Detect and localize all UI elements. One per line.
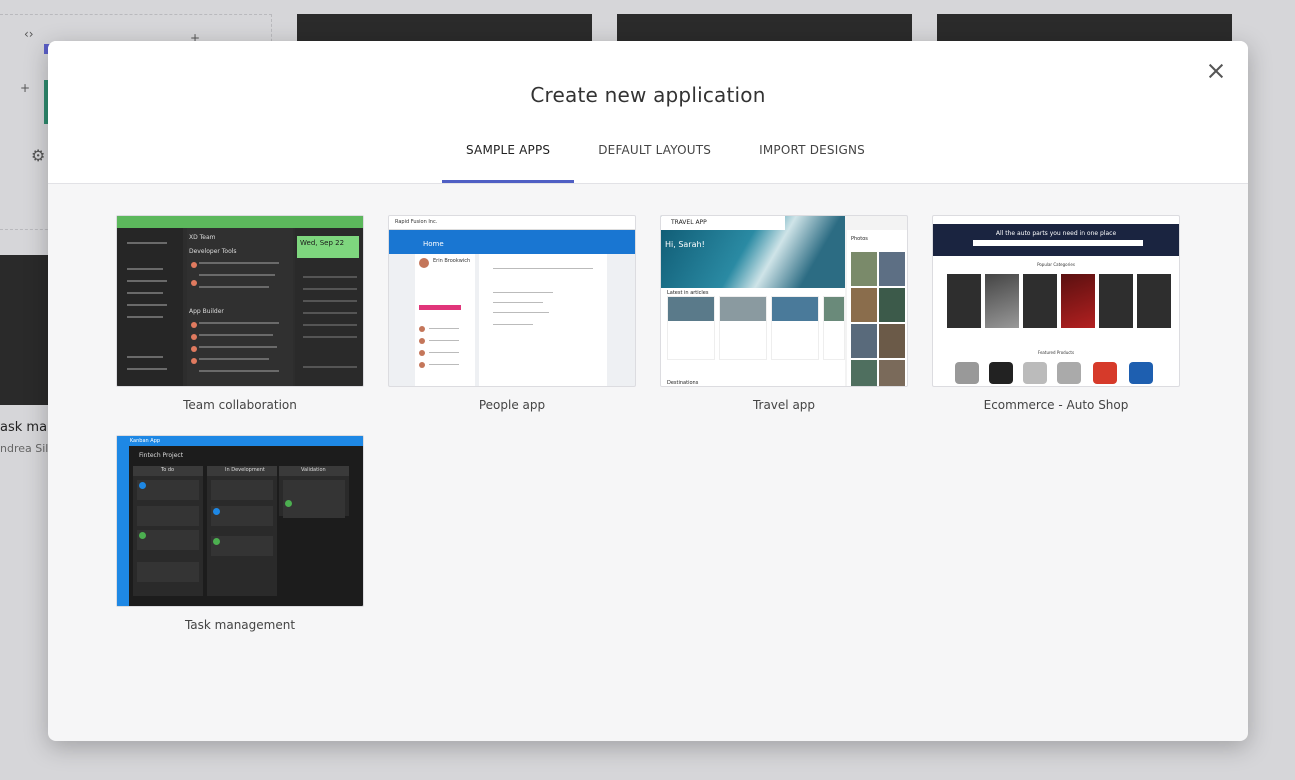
app-thumbnail: Hi, Sarah! TRAVEL APP Photos Latest in a… bbox=[660, 215, 908, 387]
app-thumbnail: My Kanban App Fintech Project To do In D… bbox=[116, 435, 364, 607]
app-thumbnail: All the auto parts you need in one place… bbox=[932, 215, 1180, 387]
thumb-date: Wed, Sep 22 bbox=[297, 236, 359, 258]
thumb-col-dev: In Development bbox=[225, 467, 265, 473]
thumb-team-name: XD Team bbox=[189, 234, 216, 241]
app-thumbnail: Rapid Fusion Inc. Home Erin Brookwich bbox=[388, 215, 636, 387]
thumb-col-validation: Validation bbox=[301, 467, 326, 473]
app-card-label: Task management bbox=[184, 618, 296, 632]
app-card-label: People app bbox=[478, 398, 546, 412]
tab-default-layouts[interactable]: DEFAULT LAYOUTS bbox=[574, 141, 735, 183]
app-card-label: Travel app bbox=[752, 398, 816, 412]
app-card-team-collaboration[interactable]: Wed, Sep 22 XD Team Developer Tools App … bbox=[116, 215, 364, 412]
app-thumbnail: Wed, Sep 22 XD Team Developer Tools App … bbox=[116, 215, 364, 387]
app-card-ecommerce-auto-shop[interactable]: All the auto parts you need in one place… bbox=[932, 215, 1180, 412]
background-thumb bbox=[937, 14, 1232, 44]
plus-icon: + bbox=[20, 81, 31, 95]
thumb-section: Home bbox=[423, 240, 444, 248]
thumb-project: Fintech Project bbox=[139, 452, 184, 459]
background-card-title: ask mar bbox=[0, 420, 53, 435]
background-card-subtitle: ndrea Sil bbox=[0, 442, 49, 455]
thumb-brand: Rapid Fusion Inc. bbox=[395, 219, 438, 225]
app-card-label: Team collaboration bbox=[183, 398, 297, 412]
thumb-brand: TRAVEL APP bbox=[671, 219, 707, 226]
thumb-headline: All the auto parts you need in one place bbox=[995, 230, 1117, 237]
app-card-travel-app[interactable]: Hi, Sarah! TRAVEL APP Photos Latest in a… bbox=[660, 215, 908, 412]
tab-import-designs[interactable]: IMPORT DESIGNS bbox=[735, 141, 889, 183]
thumb-destinations: Destinations bbox=[667, 380, 699, 386]
thumb-greeting: Hi, Sarah! bbox=[665, 240, 705, 249]
create-application-dialog: Create new application SAMPLE APPS DEFAU… bbox=[48, 41, 1248, 741]
thumb-person: Erin Brookwich bbox=[433, 258, 471, 264]
thumb-builder: App Builder bbox=[189, 308, 224, 315]
thumb-col-todo: To do bbox=[161, 467, 175, 473]
dialog-header: Create new application SAMPLE APPS DEFAU… bbox=[48, 41, 1248, 184]
dialog-title: Create new application bbox=[530, 83, 766, 107]
background-card-thumb bbox=[0, 255, 48, 405]
thumb-photos: Photos bbox=[851, 236, 868, 242]
app-card-label: Ecommerce - Auto Shop bbox=[983, 398, 1129, 412]
background-thumb bbox=[297, 14, 592, 44]
thumb-featured: Featured Products bbox=[1037, 350, 1075, 355]
dialog-tabs: SAMPLE APPS DEFAULT LAYOUTS IMPORT DESIG… bbox=[442, 141, 889, 183]
app-card-task-management[interactable]: My Kanban App Fintech Project To do In D… bbox=[116, 435, 364, 632]
close-icon[interactable] bbox=[1206, 61, 1226, 81]
app-card-people-app[interactable]: Rapid Fusion Inc. Home Erin Brookwich Pe… bbox=[388, 215, 636, 412]
thumb-popular: Popular Categories bbox=[1037, 262, 1075, 267]
tab-sample-apps[interactable]: SAMPLE APPS bbox=[442, 141, 575, 183]
code-icon: ‹› bbox=[24, 27, 34, 41]
thumb-heading: Developer Tools bbox=[189, 248, 237, 255]
background-thumb bbox=[617, 14, 912, 44]
gear-icon: ⚙ bbox=[31, 146, 46, 165]
